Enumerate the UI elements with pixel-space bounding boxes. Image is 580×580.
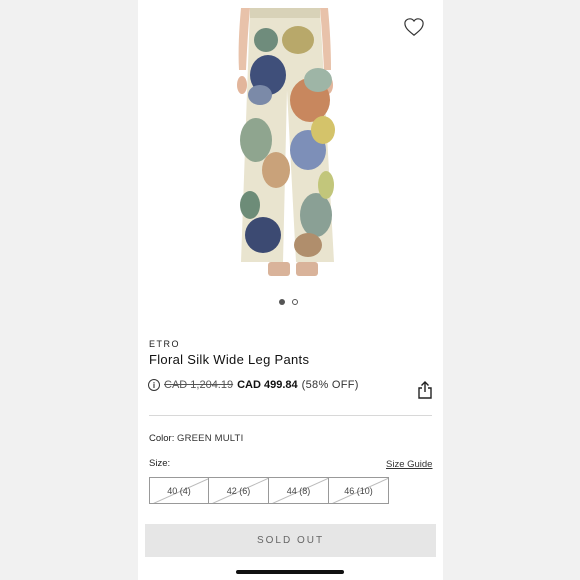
color-row: Color: GREEN MULTI [149, 433, 243, 444]
price-row: i CAD 1,204.19 CAD 499.84 (58% OFF) [148, 379, 359, 391]
size-option[interactable]: 44 (8) [269, 477, 329, 504]
carousel-dot-1[interactable] [279, 299, 285, 305]
size-option-label: 40 (4) [167, 485, 191, 496]
size-option-label: 44 (8) [286, 485, 311, 496]
size-guide-link[interactable]: Size Guide [386, 459, 432, 470]
right-background [443, 0, 580, 580]
product-title: Floral Silk Wide Leg Pants [149, 352, 310, 367]
size-option[interactable]: 40 (4) [149, 477, 209, 504]
original-price: CAD 1,204.19 [164, 379, 234, 391]
sale-price: CAD 499.84 [237, 379, 298, 391]
size-option[interactable]: 46 (10) [329, 477, 389, 504]
info-icon[interactable]: i [148, 379, 160, 391]
size-option-label: 46 (10) [344, 485, 373, 496]
product-panel: ETRO Floral Silk Wide Leg Pants i CAD 1,… [138, 0, 443, 580]
divider [149, 415, 432, 416]
carousel-dot-2[interactable] [292, 299, 298, 305]
color-label: Color: [149, 433, 175, 444]
discount-label: (58% OFF) [301, 379, 359, 391]
home-indicator[interactable] [236, 570, 344, 574]
size-option-label: 42 (6) [226, 485, 251, 496]
color-value: GREEN MULTI [176, 433, 244, 444]
sold-out-button[interactable]: SOLD OUT [145, 524, 436, 557]
product-image-gallery[interactable] [138, 0, 443, 290]
left-background [0, 0, 138, 580]
heart-icon[interactable] [403, 17, 425, 37]
product-brand[interactable]: ETRO [149, 339, 180, 349]
size-options: 40 (4) 42 (6) 44 (8) 46 (10) [149, 477, 389, 504]
product-image [237, 8, 335, 276]
size-label: Size: [149, 458, 171, 469]
size-option[interactable]: 42 (6) [209, 477, 269, 504]
carousel-dots [279, 299, 298, 305]
share-icon[interactable] [418, 381, 432, 399]
